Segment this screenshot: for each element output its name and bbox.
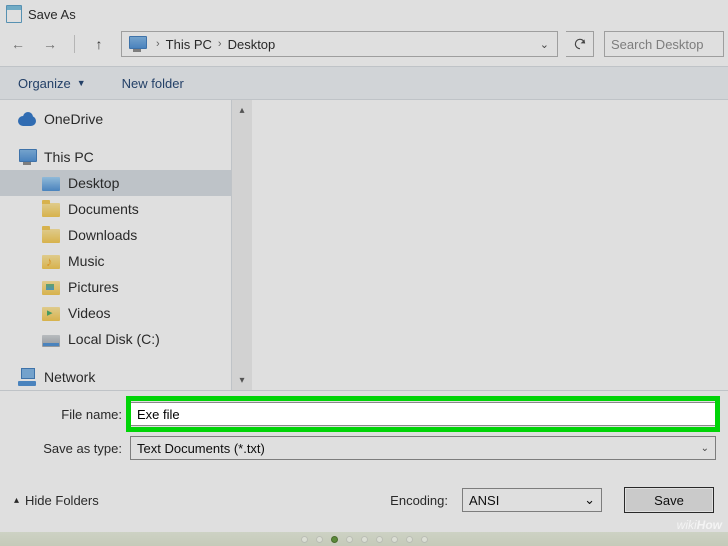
chevron-down-icon[interactable]: ⌄ xyxy=(540,38,549,51)
pc-icon xyxy=(18,148,36,166)
encoding-label: Encoding: xyxy=(390,493,448,508)
pictures-icon xyxy=(42,281,60,295)
disk-icon xyxy=(42,335,60,347)
tree-item-desktop[interactable]: Desktop xyxy=(0,170,231,196)
chevron-right-icon: › xyxy=(156,38,160,50)
chevron-down-icon: ▼ xyxy=(77,78,86,88)
tree-item-videos[interactable]: Videos xyxy=(0,300,231,326)
watermark: wikiHow xyxy=(677,518,722,532)
save-label: Save xyxy=(654,493,684,508)
chevron-right-icon: › xyxy=(218,38,222,50)
pager-dot[interactable] xyxy=(391,536,398,543)
organize-button[interactable]: Organize ▼ xyxy=(12,72,92,95)
tree-item-downloads[interactable]: Downloads xyxy=(0,222,231,248)
breadcrumb-segment[interactable]: Desktop xyxy=(228,37,276,52)
search-input[interactable]: Search Desktop xyxy=(604,31,724,57)
hide-folders-label: Hide Folders xyxy=(25,493,99,508)
pager xyxy=(0,532,728,546)
cloud-icon xyxy=(18,110,36,128)
tree-label: Desktop xyxy=(68,175,119,191)
tree-item-network[interactable]: Network xyxy=(0,364,231,390)
organize-label: Organize xyxy=(18,76,71,91)
tree-item-this-pc[interactable]: This PC xyxy=(0,144,231,170)
tree-label: Pictures xyxy=(68,279,119,295)
tree-item-onedrive[interactable]: OneDrive xyxy=(0,106,231,132)
bottom-bar: ▴ Hide Folders Encoding: ANSI ⌄ Save xyxy=(0,473,728,521)
tree-label: Local Disk (C:) xyxy=(68,331,160,347)
tree-label: Videos xyxy=(68,305,111,321)
save-type-label: Save as type: xyxy=(12,441,130,456)
tree-item-documents[interactable]: Documents xyxy=(0,196,231,222)
new-folder-label: New folder xyxy=(122,76,184,91)
tree-label: OneDrive xyxy=(44,111,103,127)
save-type-row: Save as type: Text Documents (*.txt) ⌄ xyxy=(12,433,716,463)
scroll-up-icon[interactable]: ▴ xyxy=(232,100,252,120)
navbar: ← → ↑ › This PC › Desktop ⌄ Search Deskt… xyxy=(0,28,728,60)
file-name-label: File name: xyxy=(12,407,130,422)
music-icon xyxy=(42,255,60,269)
file-name-input[interactable]: Exe file xyxy=(130,402,716,426)
refresh-icon xyxy=(573,37,587,51)
pager-dot-active[interactable] xyxy=(331,536,338,543)
tree-label: Network xyxy=(44,369,95,385)
window-title: Save As xyxy=(28,7,76,22)
pager-dot[interactable] xyxy=(346,536,353,543)
chevron-down-icon: ⌄ xyxy=(701,443,709,454)
save-type-select[interactable]: Text Documents (*.txt) ⌄ xyxy=(130,436,716,460)
encoding-value: ANSI xyxy=(469,493,499,508)
save-button[interactable]: Save xyxy=(624,487,714,513)
refresh-button[interactable] xyxy=(566,31,594,57)
encoding-select[interactable]: ANSI ⌄ xyxy=(462,488,602,512)
pager-dot[interactable] xyxy=(316,536,323,543)
nav-tree: OneDrive This PC Desktop Documents Downl… xyxy=(0,100,232,390)
notepad-icon xyxy=(6,5,22,23)
triangle-up-icon: ▴ xyxy=(14,495,19,506)
titlebar: Save As xyxy=(0,0,728,28)
file-name-row: File name: Exe file xyxy=(12,399,716,429)
body: OneDrive This PC Desktop Documents Downl… xyxy=(0,100,728,390)
pager-dot[interactable] xyxy=(301,536,308,543)
forward-button[interactable]: → xyxy=(36,31,64,57)
tree-label: Documents xyxy=(68,201,139,217)
scroll-track[interactable] xyxy=(232,120,252,370)
scroll-down-icon[interactable]: ▾ xyxy=(232,370,252,390)
tree-label: Music xyxy=(68,253,105,269)
pager-dot[interactable] xyxy=(406,536,413,543)
pager-dot[interactable] xyxy=(376,536,383,543)
save-as-dialog: Save As ← → ↑ › This PC › Desktop ⌄ Sear… xyxy=(0,0,728,546)
breadcrumb[interactable]: › This PC › Desktop ⌄ xyxy=(121,31,558,57)
tree-label: This PC xyxy=(44,149,94,165)
tree-label: Downloads xyxy=(68,227,137,243)
save-type-value: Text Documents (*.txt) xyxy=(137,441,265,456)
pager-dot[interactable] xyxy=(361,536,368,543)
desktop-icon xyxy=(42,177,60,191)
pager-dot[interactable] xyxy=(421,536,428,543)
pc-icon xyxy=(128,36,146,52)
hide-folders-button[interactable]: ▴ Hide Folders xyxy=(14,493,99,508)
tree-item-local-disk[interactable]: Local Disk (C:) xyxy=(0,326,231,352)
tree-item-music[interactable]: Music xyxy=(0,248,231,274)
separator xyxy=(74,35,75,53)
form-area: File name: Exe file Save as type: Text D… xyxy=(0,390,728,473)
breadcrumb-segment[interactable]: This PC xyxy=(166,37,212,52)
toolbar: Organize ▼ New folder xyxy=(0,66,728,100)
folder-icon xyxy=(42,203,60,217)
search-placeholder: Search Desktop xyxy=(611,37,704,52)
back-button[interactable]: ← xyxy=(4,31,32,57)
folder-icon xyxy=(42,229,60,243)
tree-item-pictures[interactable]: Pictures xyxy=(0,274,231,300)
file-list[interactable] xyxy=(252,100,728,390)
tree-scrollbar[interactable]: ▴ ▾ xyxy=(232,100,252,390)
chevron-down-icon: ⌄ xyxy=(584,492,595,508)
videos-icon xyxy=(42,307,60,321)
file-name-value: Exe file xyxy=(137,407,180,422)
up-button[interactable]: ↑ xyxy=(85,31,113,57)
network-icon xyxy=(18,368,36,386)
new-folder-button[interactable]: New folder xyxy=(116,72,190,95)
